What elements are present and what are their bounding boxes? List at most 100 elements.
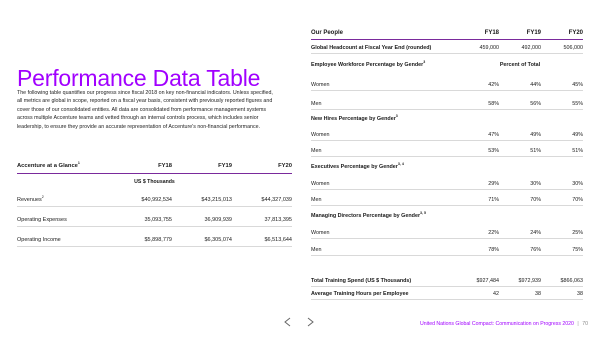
- row-value: 58%: [488, 100, 499, 107]
- footer-separator: |: [577, 321, 579, 327]
- row-label: Average Training Hours per Employee: [311, 290, 409, 297]
- top-accent-bar: [0, 0, 600, 3]
- chevron-right-icon: [307, 317, 314, 327]
- table-row: Men 58% 56% 55%: [311, 98, 583, 110]
- row-label: Total Training Spend (US $ Thousands): [311, 277, 412, 284]
- row-value: $5,898,779: [144, 237, 172, 243]
- section-label: Managing Directors Percentage by Gender: [311, 212, 421, 219]
- row-label: Women: [311, 81, 330, 88]
- row-value: 36,909,939: [204, 217, 232, 223]
- row-label: Men: [311, 100, 322, 107]
- row-value: 42: [493, 290, 499, 297]
- row-value: 51%: [572, 147, 583, 154]
- row-value: 38: [535, 290, 541, 297]
- table-row: Operating Income $5,898,779 $6,305,074 $…: [17, 234, 292, 247]
- glance-header: Accenture at a Glance1 FY18 FY19 FY20: [17, 160, 292, 174]
- row-value: 70%: [572, 196, 583, 203]
- table-row: Men 71% 70% 70%: [311, 194, 583, 206]
- people-year-3: FY20: [568, 29, 583, 36]
- row-value: 22%: [488, 229, 499, 236]
- section-footnote: 3, 5: [420, 210, 427, 215]
- glance-year-1: FY18: [158, 163, 172, 169]
- next-page-button[interactable]: [306, 317, 315, 327]
- row-value: 38: [577, 290, 583, 297]
- section-label: New Hires Percentage by Gender: [311, 115, 396, 122]
- row-value: 47%: [488, 131, 499, 138]
- percent-of-total-label: Percent of Total: [499, 61, 541, 68]
- glance-table: Accenture at a Glance1 FY18 FY19 FY20 US…: [17, 160, 292, 247]
- row-value: 24%: [530, 229, 541, 236]
- section-footnote: 3, 4: [397, 161, 404, 166]
- row-value: $866,063: [560, 277, 583, 284]
- table-row: Total Training Spend (US $ Thousands) $9…: [311, 275, 583, 287]
- section-label: Executives Percentage by Gender: [311, 163, 398, 170]
- footer: United Nations Global Compact: Communica…: [420, 321, 588, 327]
- glance-title-footnote: 1: [77, 161, 80, 166]
- row-label: Global Headcount at Fiscal Year End (rou…: [311, 44, 432, 51]
- row-value: $927,484: [476, 277, 499, 284]
- row-value: $44,327,039: [261, 197, 292, 203]
- table-row: Global Headcount at Fiscal Year End (rou…: [311, 42, 583, 54]
- row-value: 76%: [530, 246, 541, 253]
- row-value: $972,939: [518, 277, 541, 284]
- row-label: Men: [311, 196, 322, 203]
- table-row: Men 78% 76% 75%: [311, 244, 583, 256]
- row-value: 42%: [488, 81, 499, 88]
- section-heading: Employee Workforce Percentage by Gender3…: [311, 59, 583, 70]
- row-label: Men: [311, 246, 322, 253]
- row-value: $6,305,074: [204, 237, 232, 243]
- row-label: Men: [311, 147, 322, 154]
- people-year-1: FY18: [484, 29, 499, 36]
- row-value: $6,513,644: [264, 237, 292, 243]
- people-year-2: FY19: [526, 29, 541, 36]
- table-row: Average Training Hours per Employee 42 3…: [311, 288, 583, 300]
- row-value: 55%: [572, 100, 583, 107]
- table-row: Men 53% 51% 51%: [311, 145, 583, 157]
- table-row: Women 29% 30% 30%: [311, 178, 583, 190]
- glance-year-2: FY19: [218, 163, 232, 169]
- glance-year-3: FY20: [278, 163, 292, 169]
- row-value: 78%: [488, 246, 499, 253]
- section-heading: New Hires Percentage by Gender3: [311, 113, 583, 124]
- table-row: Operating Expenses 35,093,755 36,909,939…: [17, 214, 292, 227]
- glance-title: Accenture at a Glance: [17, 163, 78, 169]
- chevron-left-icon: [284, 317, 291, 327]
- row-label: Women: [311, 131, 330, 138]
- page-navigation: [283, 317, 315, 327]
- table-row: Revenues2 $40,992,534 $43,215,013 $44,32…: [17, 194, 292, 207]
- table-row: Women 47% 49% 49%: [311, 129, 583, 141]
- row-value: 53%: [488, 147, 499, 154]
- table-row: Women 22% 24% 25%: [311, 227, 583, 239]
- previous-page-button[interactable]: [283, 317, 292, 327]
- row-value: 70%: [530, 196, 541, 203]
- row-value: 25%: [572, 229, 583, 236]
- row-value: $43,215,013: [201, 197, 232, 203]
- row-footnote: 2: [41, 195, 44, 200]
- row-value: 37,813,395: [264, 217, 292, 223]
- row-label: Revenues: [17, 197, 42, 203]
- row-value: 506,000: [563, 44, 584, 51]
- glance-unit: US $ Thousands: [134, 179, 175, 185]
- row-value: 71%: [488, 196, 499, 203]
- row-value: 75%: [572, 246, 583, 253]
- row-value: 56%: [530, 100, 541, 107]
- table-row: Women 42% 44% 45%: [311, 79, 583, 91]
- people-header: Our People FY18 FY19 FY20: [311, 27, 583, 40]
- section-footnote: 3: [395, 113, 398, 118]
- row-value: 35,093,755: [144, 217, 172, 223]
- row-label: Operating Expenses: [17, 217, 67, 223]
- section-label: Employee Workforce Percentage by Gender: [311, 61, 424, 68]
- row-label: Operating Income: [17, 237, 61, 243]
- people-table: Our People FY18 FY19 FY20 Global Headcou…: [311, 27, 583, 300]
- row-value: 30%: [572, 180, 583, 187]
- section-heading: Executives Percentage by Gender3, 4: [311, 161, 583, 172]
- section-heading: Managing Directors Percentage by Gender3…: [311, 210, 583, 221]
- row-value: 29%: [488, 180, 499, 187]
- row-value: $40,992,534: [141, 197, 172, 203]
- intro-paragraph: The following table quantifies our progr…: [17, 90, 273, 130]
- row-value: 51%: [530, 147, 541, 154]
- page-number: 70: [582, 321, 588, 327]
- row-value: 45%: [572, 81, 583, 88]
- row-label: Women: [311, 229, 330, 236]
- people-title: Our People: [311, 29, 344, 36]
